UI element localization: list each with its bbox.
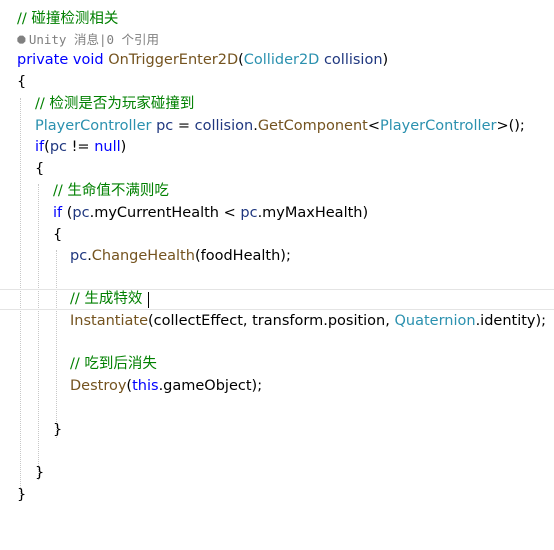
operator: != [67,139,95,155]
code-line: { [0,72,554,94]
method-name[interactable]: ChangeHealth [92,248,195,264]
type-name[interactable]: Quaternion [394,313,475,329]
keyword-this: this [132,378,159,394]
code-line: { [0,225,554,247]
code-line: if(pc != null) [0,137,554,159]
code-line: // 生命值不满则吃 [0,181,554,203]
method-name[interactable]: OnTriggerEnter2D [108,52,238,68]
method-name[interactable]: GetComponent [258,118,368,134]
field-name[interactable]: foodHealth [201,248,281,264]
brace: { [35,161,45,177]
method-name[interactable]: Instantiate [70,313,148,329]
param-name[interactable]: collision [324,52,383,68]
codelens[interactable]: ⯃ Unity 消息|0 个引用 [0,30,554,50]
code-comment: // 检测是否为玩家碰撞到 [35,96,195,112]
operator: >(); [496,118,525,134]
type-name[interactable]: PlayerController [380,118,496,134]
variable-name[interactable]: pc [156,118,173,134]
property-name[interactable]: transform [252,313,323,329]
property-name[interactable]: gameObject [163,378,251,394]
code-line: // 吃到后消失 [0,354,554,376]
brace: { [17,74,27,90]
operator: , [242,313,253,329]
keyword-if: if [35,139,45,155]
variable-name[interactable]: pc [240,205,257,221]
paren: ) [362,205,369,221]
code-line: } [0,485,554,507]
code-comment: // 吃到后消失 [70,356,157,372]
operator: = [173,118,195,134]
code-line: Destroy(this.gameObject); [0,376,554,398]
property-name[interactable]: identity [480,313,535,329]
paren: ); [535,313,547,329]
operator: < [367,118,380,134]
code-comment: // 生成特效 [70,291,143,307]
field-name[interactable]: .myCurrentHealth [90,205,219,221]
codelens-text: Unity 消息|0 个引用 [28,32,160,47]
codelens-reference-link[interactable]: ⯃ Unity 消息|0 个引用 [17,30,159,51]
brace: } [53,422,63,438]
variable-name[interactable]: pc [70,248,87,264]
code-line: // 检测是否为玩家碰撞到 [0,94,554,116]
operator: < [219,205,241,221]
variable-name[interactable]: collision [195,118,254,134]
field-name[interactable]: .myMaxHealth [258,205,363,221]
variable-name[interactable]: pc [72,205,89,221]
code-line: // 碰撞检测相关 [0,9,554,31]
indent-guide [56,250,57,438]
brace: { [53,227,63,243]
code-editor[interactable]: // 碰撞检测相关 ⯃ Unity 消息|0 个引用 private void O… [0,0,554,522]
code-line: if (pc.myCurrentHealth < pc.myMaxHealth) [0,203,554,225]
code-line: pc.ChangeHealth(foodHealth); [0,246,554,268]
field-name[interactable]: collectEffect [154,313,243,329]
code-comment: // 生命值不满则吃 [53,183,169,199]
code-line: PlayerController pc = collision.GetCompo… [0,116,554,138]
type-name[interactable]: Collider2D [244,52,320,68]
paren: ( [62,205,73,221]
keyword-private: private [17,52,69,68]
paren: ); [280,248,291,264]
paren: ) [120,139,127,155]
text-caret [148,292,149,308]
code-line: // 生成特效 [0,289,554,311]
code-line: } [0,463,554,485]
unity-icon: ⯃ [17,34,26,47]
code-line: private void OnTriggerEnter2D(Collider2D… [0,50,554,72]
keyword-if: if [53,205,63,221]
code-line: { [0,159,554,181]
method-name[interactable]: Destroy [70,378,126,394]
paren: ) [382,52,389,68]
code-line: } [0,420,554,442]
paren: ); [251,378,263,394]
keyword-null: null [94,139,121,155]
brace: } [17,487,27,503]
variable-name[interactable]: pc [50,139,67,155]
property-name[interactable]: position [328,313,385,329]
keyword-void: void [72,52,104,68]
type-name[interactable]: PlayerController [35,118,151,134]
brace: } [35,465,45,481]
code-comment: // 碰撞检测相关 [17,11,119,27]
code-line: Instantiate(collectEffect, transform.pos… [0,311,554,333]
